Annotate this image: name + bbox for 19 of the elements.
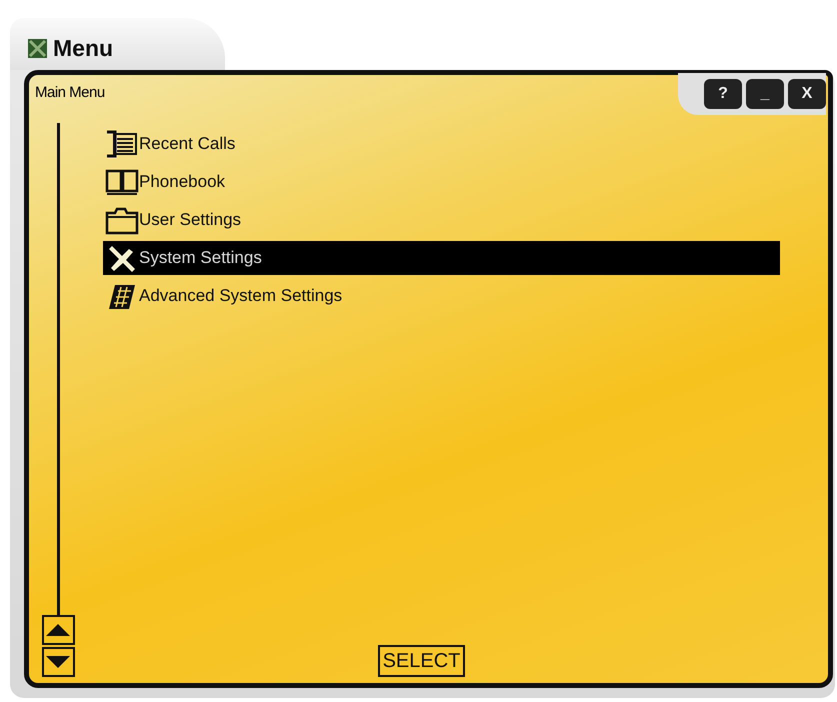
- menu-title: Main Menu: [35, 84, 105, 101]
- menu-item[interactable]: Advanced System Settings: [103, 279, 780, 313]
- window-button[interactable]: X: [788, 79, 826, 109]
- window-button[interactable]: ?: [704, 79, 742, 109]
- menu-item[interactable]: System Settings: [103, 241, 780, 275]
- window-title: Menu: [53, 34, 114, 63]
- app-icon: [28, 38, 47, 58]
- scroll-down-button[interactable]: [42, 647, 74, 677]
- menu-item[interactable]: Recent Calls: [103, 127, 780, 161]
- menu-item[interactable]: User Settings: [103, 203, 780, 237]
- down-arrow-icon: [46, 656, 70, 668]
- folder-icon: [105, 205, 139, 235]
- book-icon: [105, 167, 139, 197]
- scroll-up-button[interactable]: [42, 615, 74, 645]
- window-button[interactable]: _: [746, 79, 784, 109]
- up-arrow-icon: [46, 624, 70, 636]
- menu-item[interactable]: Phonebook: [103, 165, 780, 199]
- list-icon: [105, 129, 139, 159]
- select-button[interactable]: SELECT: [378, 645, 466, 677]
